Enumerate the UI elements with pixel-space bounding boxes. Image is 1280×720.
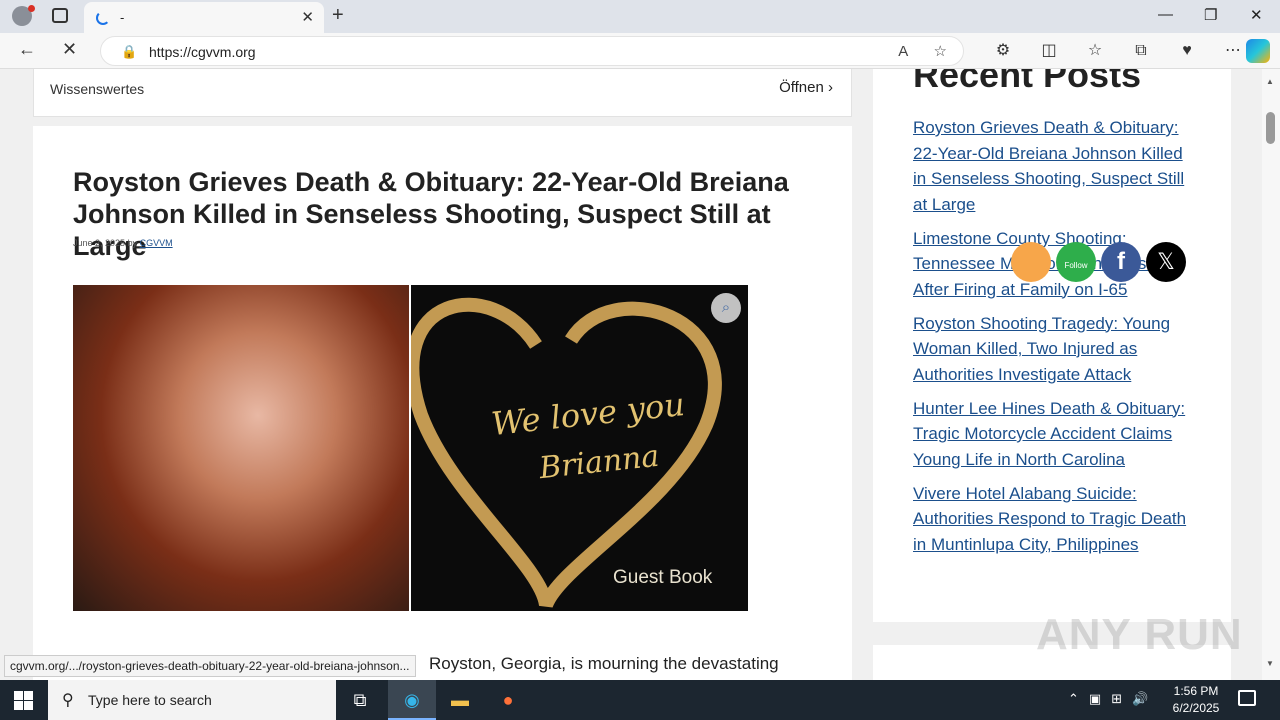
article-by: by (127, 238, 138, 248)
search-icon: ⚲ (62, 692, 74, 709)
firefox-icon[interactable]: ● (484, 680, 532, 720)
restore-icon[interactable]: ❐ (1204, 6, 1217, 24)
split-screen-icon[interactable]: ◫ (1026, 40, 1072, 60)
info-card-label: Wissenswertes (50, 81, 145, 97)
rss-icon[interactable] (1011, 242, 1051, 282)
page-content: Wissenswertes Öffnen › Royston Grieves D… (0, 69, 1262, 680)
extensions-icon[interactable]: ⚙ (980, 40, 1026, 60)
memorial-heart-graphic: We love you Brianna Guest Book (411, 285, 748, 611)
anyrun-watermark: ANY RUN (1036, 610, 1243, 659)
read-aloud-icon[interactable]: A (898, 43, 907, 60)
back-icon[interactable]: ← (18, 39, 36, 60)
scrollbar-thumb[interactable] (1266, 112, 1275, 144)
system-clock[interactable]: 1:56 PM 6/2/2025 (1168, 683, 1224, 717)
article-meta: June 2, 2025 by CGVVM (73, 238, 173, 248)
sidebar-widget: Recent Posts Royston Grieves Death & Obi… (873, 69, 1231, 622)
link-status-url: cgvvm.org/.../royston-grieves-death-obit… (4, 655, 416, 677)
browser-essentials-icon[interactable]: ♥ (1164, 42, 1210, 60)
device-icon[interactable]: ▣ (1089, 691, 1101, 706)
portrait-photo (73, 285, 409, 611)
open-link[interactable]: Öffnen › (779, 79, 833, 96)
address-url[interactable]: https://cgvvm.org (149, 44, 256, 60)
visual-search-icon[interactable]: ⌕ (711, 293, 741, 323)
favorites-icon[interactable]: ☆ (1072, 40, 1118, 60)
favorite-star-icon[interactable]: ☆ (934, 43, 947, 60)
facebook-icon[interactable]: f (1101, 242, 1141, 282)
article-card: Royston Grieves Death & Obituary: 22-Yea… (33, 126, 852, 680)
new-tab-icon[interactable]: + (332, 4, 344, 27)
article-author-link[interactable]: CGVVM (140, 238, 173, 248)
file-explorer-icon[interactable]: ▬ (436, 680, 484, 720)
recent-post-link[interactable]: Royston Grieves Death & Obituary: 22-Yea… (913, 115, 1195, 217)
article-body-text: Royston, Georgia, is mourning the devast… (429, 654, 779, 673)
collections-icon[interactable]: ⧉ (1118, 42, 1164, 60)
lock-icon[interactable]: 🔒 (121, 44, 137, 60)
clock-date: 6/2/2025 (1172, 701, 1220, 715)
article-title: Royston Grieves Death & Obituary: 22-Yea… (73, 167, 789, 261)
recent-post-link[interactable]: Hunter Lee Hines Death & Obituary: Tragi… (913, 396, 1195, 473)
browser-toolbar: ← ✕ 🔒 https://cgvvm.org A ☆ ⚙ ◫ ☆ ⧉ ♥ ⋯ (0, 33, 1280, 69)
windows-taskbar: ⚲ Type here to search ⧉ ◉ ▬ ● ⌃ ▣ ⊞ 🔊 1:56 … (0, 680, 1280, 720)
tab-actions-icon[interactable] (52, 8, 68, 23)
stop-loading-icon[interactable]: ✕ (62, 39, 77, 60)
image-text-guest-book: Guest Book (613, 567, 713, 588)
article-image[interactable]: We love you Brianna Guest Book ⌕ (73, 285, 748, 611)
windows-start-icon[interactable] (14, 691, 33, 710)
close-window-icon[interactable]: ✕ (1250, 6, 1263, 24)
notification-dot (28, 5, 35, 12)
scroll-up-icon[interactable]: ▲ (1266, 77, 1274, 86)
copilot-icon[interactable] (1246, 39, 1270, 63)
search-placeholder: Type here to search (88, 692, 212, 708)
minimize-icon[interactable]: — (1158, 6, 1173, 23)
follow-email-icon[interactable]: Follow (1056, 242, 1096, 282)
recent-post-link[interactable]: Vivere Hotel Alabang Suicide: Authoritie… (913, 481, 1195, 558)
browser-tab[interactable]: - ✕ (84, 2, 324, 33)
network-icon[interactable]: ⊞ (1111, 691, 1122, 706)
page-scrollbar[interactable]: ▲ ▼ (1262, 69, 1280, 680)
scroll-down-icon[interactable]: ▼ (1266, 659, 1274, 668)
edge-browser-icon[interactable]: ◉ (388, 680, 436, 720)
notifications-icon[interactable] (1238, 690, 1256, 706)
task-view-icon[interactable]: ⧉ (336, 680, 384, 720)
show-hidden-icons-icon[interactable]: ⌃ (1068, 691, 1079, 706)
volume-icon[interactable]: 🔊 (1132, 691, 1148, 706)
recent-post-link[interactable]: Royston Shooting Tragedy: Young Woman Ki… (913, 311, 1195, 388)
address-bar[interactable]: 🔒 https://cgvvm.org A ☆ (100, 36, 964, 66)
article-date: June 2, 2025 (73, 238, 126, 248)
x-twitter-icon[interactable]: 𝕏 (1146, 242, 1186, 282)
tab-close-icon[interactable]: ✕ (301, 8, 314, 26)
recent-posts-heading: Recent Posts (913, 69, 1142, 95)
browser-titlebar: - ✕ + — ❐ ✕ (0, 0, 1280, 33)
taskbar-search-box[interactable]: ⚲ Type here to search (48, 680, 336, 720)
clock-time: 1:56 PM (1173, 684, 1219, 698)
info-card: Wissenswertes Öffnen › (33, 69, 852, 117)
system-tray: ⌃ ▣ ⊞ 🔊 (1068, 691, 1158, 707)
recent-posts-list: Royston Grieves Death & Obituary: 22-Yea… (913, 115, 1195, 566)
loading-spinner-icon (96, 11, 110, 25)
tab-title: - (120, 10, 125, 25)
